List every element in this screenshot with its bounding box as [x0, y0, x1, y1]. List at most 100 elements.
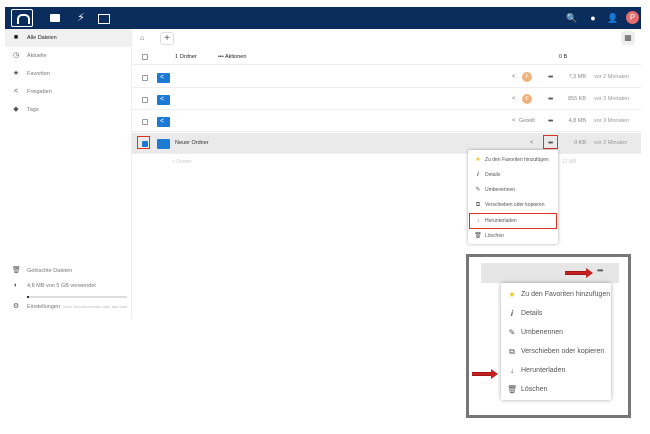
more-icon: •••: [597, 266, 603, 275]
sidebar-item-tags[interactable]: ◆ Tags: [5, 101, 132, 119]
sidebar-item-label: Einstellungen: [27, 304, 61, 310]
actions-menu[interactable]: ••• Aktionen: [218, 49, 246, 65]
menu-item-delete[interactable]: 🗑 Löschen: [468, 228, 558, 244]
menu-item-label: Umbenennen: [521, 329, 564, 336]
file-size: 7,3 MB: [568, 74, 586, 80]
sidebar-item-label: Freigaben: [27, 89, 52, 95]
table-row-selected[interactable]: Neuer Ordner < ••• 0 KB vor 2 Minuten: [132, 133, 641, 154]
sidebar-item-all-files[interactable]: ■ Alle Dateien: [5, 29, 132, 47]
shared-folder-icon: [157, 89, 170, 110]
new-button[interactable]: +: [160, 32, 174, 45]
pencil-icon: ✎: [475, 187, 481, 193]
settings-hint: Ihren Benutzernamen über das Web: [63, 304, 128, 309]
download-icon: ↓: [510, 366, 514, 375]
file-modified: vor 3 Monaten: [594, 118, 630, 124]
sidebar-item-shares[interactable]: < Freigaben: [5, 83, 132, 101]
grid-view-icon[interactable]: ▦: [621, 31, 635, 45]
trash-icon: 🗑: [12, 267, 21, 274]
menu-item-label: Zu den Favoriten hinzufügen: [485, 157, 549, 163]
menu-item-move: ⧉ Verschieben oder kopieren: [501, 342, 611, 362]
trash-icon: 🗑: [474, 233, 482, 239]
share-icon: <: [13, 88, 19, 95]
sidebar-item-favorites[interactable]: ★ Favoriten: [5, 65, 132, 83]
external-icon: ⧉: [509, 347, 515, 356]
menu-item-label: Löschen: [485, 233, 504, 239]
row-checkbox[interactable]: [142, 97, 148, 103]
files-icon[interactable]: [49, 12, 61, 24]
top-bar: ⚡ 🔍 ● 👤 P: [5, 7, 641, 29]
menu-item-download: ↓ Herunterladen: [501, 361, 611, 381]
file-list: ⌂ + ▦ 1 Ordner ••• Aktionen 0 B < F ••• …: [132, 29, 641, 179]
folder-icon: ■: [13, 34, 19, 41]
menu-item-details[interactable]: i Details: [468, 167, 558, 183]
sidebar-item-settings[interactable]: ⚙ Einstellungen Ihren Benutzernamen über d…: [5, 298, 132, 316]
home-icon[interactable]: ⌂: [140, 35, 148, 43]
share-icon[interactable]: <: [512, 89, 516, 110]
pencil-icon: ✎: [508, 328, 516, 337]
gear-icon: ⚙: [12, 303, 20, 310]
bell-icon[interactable]: ●: [587, 12, 599, 24]
shared-folder-icon: [157, 67, 170, 88]
zoomed-callout: ••• ★ Zu den Favoriten hinzufügen i Detail…: [466, 254, 631, 418]
sidebar-item-recent[interactable]: ◷ Aktuelle: [5, 47, 132, 65]
menu-item-move[interactable]: ⧉ Verschieben oder kopieren: [468, 197, 558, 213]
menu-item-label: Umbenennen: [485, 187, 516, 193]
share-avatar: F: [522, 94, 532, 104]
context-menu: ★ Zu den Favoriten hinzufügen i Details ✎ U…: [468, 150, 558, 244]
file-modified: vor 2 Monaten: [594, 74, 630, 80]
file-size: 855 KB: [567, 96, 586, 102]
menu-item-label: Herunterladen: [485, 218, 517, 224]
total-size: 0 B: [559, 54, 568, 60]
row-checkbox-checked[interactable]: [142, 141, 148, 147]
more-icon[interactable]: •••: [548, 67, 553, 88]
more-icon[interactable]: •••: [548, 89, 553, 110]
user-avatar[interactable]: P: [626, 11, 639, 24]
menu-item-label: Verschieben oder kopieren: [485, 202, 545, 208]
star-icon: ★: [508, 290, 516, 299]
menu-item-rename: ✎ Umbenennen: [501, 323, 611, 343]
zoomed-row: •••: [481, 263, 619, 283]
download-icon: ↓: [476, 218, 480, 224]
share-icon[interactable]: <: [512, 67, 516, 88]
star-icon: ★: [475, 157, 481, 163]
row-checkbox[interactable]: [142, 75, 148, 81]
trash-icon: 🗑: [507, 385, 518, 394]
menu-item-delete: 🗑 Löschen: [501, 380, 611, 400]
tag-icon: ◆: [13, 106, 19, 113]
table-row[interactable]: < F ••• 7,3 MB vor 2 Monaten: [132, 67, 641, 88]
more-icon[interactable]: •••: [548, 111, 553, 132]
menu-item-label: Zu den Favoriten hinzufügen: [521, 291, 611, 298]
menu-item-details: i Details: [501, 304, 611, 324]
table-row[interactable]: < Geteilt ••• 4,8 MB vor 3 Monaten: [132, 111, 641, 132]
file-modified: vor 2 Minuten: [594, 140, 628, 146]
file-name[interactable]: Neuer Ordner: [175, 133, 209, 154]
cloud-logo[interactable]: [11, 9, 33, 27]
menu-item-download[interactable]: ↓ Herunterladen: [468, 213, 558, 229]
folder-count: 1 Ordner: [175, 54, 197, 60]
file-list-header: 1 Ordner ••• Aktionen 0 B: [132, 49, 641, 65]
menu-item-favorite: ★ Zu den Favoriten hinzufügen: [501, 285, 611, 305]
sidebar-item-label: Aktuelle: [27, 53, 47, 59]
table-row[interactable]: < F ••• 855 KB vor 3 Monaten: [132, 89, 641, 110]
contacts-icon[interactable]: 👤: [607, 12, 619, 24]
share-icon[interactable]: <: [512, 111, 516, 132]
menu-item-favorite[interactable]: ★ Zu den Favoriten hinzufügen: [468, 152, 558, 168]
menu-item-rename[interactable]: ✎ Umbenennen: [468, 182, 558, 198]
add-folder-hint: + Ordner: [172, 159, 192, 165]
sidebar-item-label: Favoriten: [27, 71, 50, 77]
zoomed-context-menu: ★ Zu den Favoriten hinzufügen i Details ✎ U…: [501, 283, 611, 400]
select-all-checkbox[interactable]: [142, 54, 148, 60]
row-checkbox[interactable]: [142, 119, 148, 125]
menu-item-label: Details: [485, 172, 501, 178]
menu-item-label: Verschieben oder kopieren: [521, 348, 605, 355]
file-size: 0 KB: [574, 140, 586, 146]
info-icon: i: [510, 309, 514, 318]
gallery-icon[interactable]: [97, 12, 110, 24]
menu-item-label: Herunterladen: [521, 367, 566, 374]
add-size: 12 MB: [562, 159, 577, 165]
pie-icon: ◐: [13, 282, 19, 289]
folder-icon: [157, 139, 170, 149]
activity-icon[interactable]: ⚡: [75, 12, 87, 24]
star-icon: ★: [12, 70, 20, 77]
search-icon[interactable]: 🔍: [566, 12, 578, 24]
